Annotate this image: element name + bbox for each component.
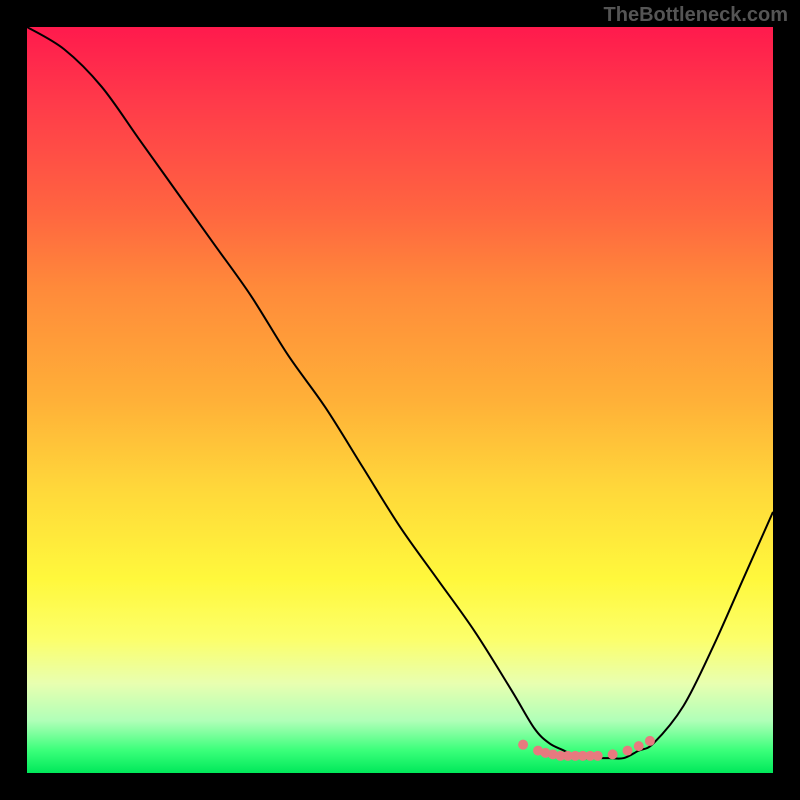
- plot-area: [27, 27, 773, 773]
- marker-dot: [645, 736, 655, 746]
- curve-line: [27, 27, 773, 759]
- marker-dot: [518, 740, 528, 750]
- watermark-text: TheBottleneck.com: [604, 4, 788, 27]
- marker-dot: [593, 751, 603, 761]
- marker-group: [518, 736, 655, 761]
- marker-dot: [623, 746, 633, 756]
- marker-dot: [608, 749, 618, 759]
- marker-dot: [634, 741, 644, 751]
- chart-svg: [27, 27, 773, 773]
